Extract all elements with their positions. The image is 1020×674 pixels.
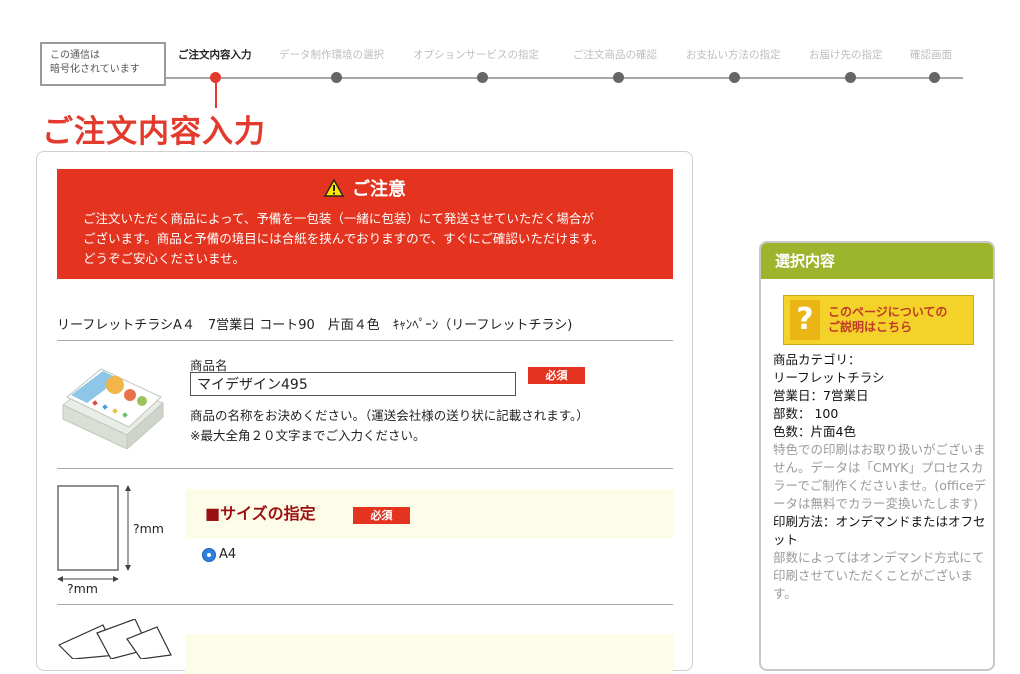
- caution-title-row: ご注意: [57, 178, 673, 204]
- caution-notice: ご注意 ご注文いただく商品によって、予備を一包装（一緒に包装）にて発送させていた…: [57, 169, 673, 279]
- info-category-label: 商品カテゴリ：: [773, 352, 861, 367]
- step-dot: [845, 72, 856, 83]
- step-dot: [331, 72, 342, 83]
- step-order-confirm: ご注文商品の確認: [573, 49, 657, 61]
- selection-details: 商品カテゴリ： リーフレットチラシ 営業日：7営業日 部数： 100 色数：片面…: [773, 351, 987, 603]
- divider: [57, 340, 673, 341]
- info-color-note: 特色での印刷はお取り扱いがございません。データは「CMYK」プロセスカラーでご制…: [773, 442, 987, 511]
- size-section-title: ■サイズの指定: [205, 504, 316, 523]
- product-name-help: 商品の名称をお決めください。（運送会社様の送り状に記載されます。） ※最大全角２…: [190, 406, 589, 446]
- help-line: ※最大全角２０文字までご入力ください。: [190, 428, 426, 443]
- width-dim-label: ?mm: [67, 581, 98, 595]
- progress-track: [166, 77, 963, 79]
- help-line: 商品の名称をお決めください。（運送会社様の送り状に記載されます。）: [190, 408, 589, 423]
- question-icon: ?: [790, 300, 820, 340]
- info-print-note: 部数によってはオンデマンド方式にて印刷させていただくことがございます。: [773, 550, 985, 601]
- size-section-header: ■サイズの指定 必須: [185, 489, 673, 539]
- warning-icon: [323, 178, 345, 204]
- step-delivery: お届け先の指定: [809, 49, 883, 61]
- current-step-pointer: [215, 83, 217, 108]
- secure-connection-notice: この通信は 暗号化されています: [40, 42, 166, 86]
- sidebar-title: 選択内容: [761, 243, 993, 279]
- caution-line: ございます。商品と予備の境目には合紙を挟んでおりますので、すぐにご確認いただけま…: [83, 231, 605, 246]
- step-dot: [729, 72, 740, 83]
- paper-sheets-diagram: [57, 618, 177, 663]
- step-final-confirm: 確認画面: [910, 49, 952, 61]
- info-business-days: 営業日：7営業日: [773, 388, 869, 403]
- caution-line: どうぞご安心くださいませ。: [83, 251, 246, 266]
- step-dot: [929, 72, 940, 83]
- flyer-stack-image: [57, 349, 169, 453]
- paper-section-header: [185, 634, 673, 674]
- help-button-line: ご説明はこちら: [828, 320, 913, 334]
- step-option-service: オプションサービスの指定: [413, 49, 539, 61]
- divider: [57, 468, 673, 469]
- product-summary: リーフレットチラシA４ 7営業日 コート90 片面４色 ｷｬﾝﾍﾟｰﾝ（リーフレ…: [57, 318, 573, 333]
- radio-selected[interactable]: [202, 547, 216, 562]
- size-option-label: A4: [219, 547, 237, 562]
- step-order-input: ご注文内容入力: [178, 49, 252, 61]
- size-option-a4[interactable]: A4: [202, 547, 236, 562]
- info-category-value: リーフレットチラシ: [773, 370, 885, 385]
- page-help-button[interactable]: ? このページについての ご説明はこちら: [783, 295, 974, 345]
- height-dim-label: ?mm: [133, 521, 164, 536]
- caution-title: ご注意: [352, 179, 406, 200]
- caution-body: ご注文いただく商品によって、予備を一包装（一緒に包装）にて発送させていただく場合…: [83, 209, 668, 269]
- step-dot: [613, 72, 624, 83]
- secure-notice-line-1: この通信は: [50, 50, 100, 61]
- help-button-label: このページについての ご説明はこちら: [828, 305, 947, 335]
- step-payment: お支払い方法の指定: [686, 49, 781, 61]
- size-diagram: ?mm ?mm: [57, 485, 179, 599]
- info-print-method: 印刷方法：オンデマンドまたはオフセット: [773, 514, 986, 547]
- order-form-panel: ご注意 ご注文いただく商品によって、予備を一包装（一緒に包装）にて発送させていた…: [36, 151, 693, 674]
- required-badge: 必須: [528, 367, 585, 384]
- caution-line: ご注文いただく商品によって、予備を一包装（一緒に包装）にて発送させていただく場合…: [83, 211, 594, 226]
- step-data-environment: データ制作環境の選択: [279, 49, 384, 61]
- page-title: ご注文内容入力: [42, 114, 266, 150]
- info-colors: 色数：片面4色: [773, 424, 856, 439]
- secure-notice-line-2: 暗号化されています: [50, 64, 140, 75]
- product-name-input[interactable]: [190, 372, 516, 396]
- step-dot-active: [210, 72, 221, 83]
- selection-sidebar: 選択内容 ? このページについての ご説明はこちら 商品カテゴリ： リーフレット…: [759, 241, 995, 671]
- required-badge: 必須: [353, 507, 410, 524]
- info-quantity: 部数： 100: [773, 406, 839, 421]
- step-dot: [477, 72, 488, 83]
- divider: [57, 604, 673, 605]
- help-button-line: このページについての: [828, 305, 948, 319]
